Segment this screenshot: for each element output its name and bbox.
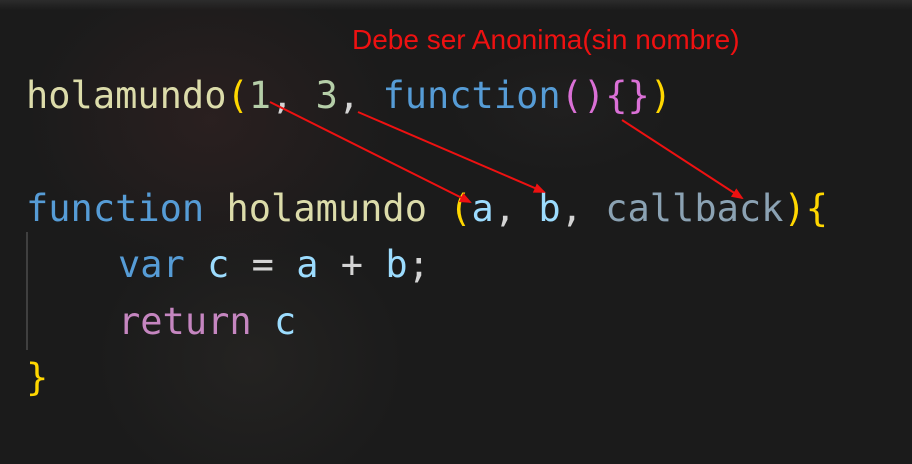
code-editor[interactable]: Debe ser Anonima(sin nombre) holamundo(1… — [0, 0, 912, 464]
arrow-arg2-to-param-b — [357, 111, 546, 193]
arrow-function-to-callback — [621, 119, 744, 200]
annotation-arrows — [269, 101, 744, 203]
